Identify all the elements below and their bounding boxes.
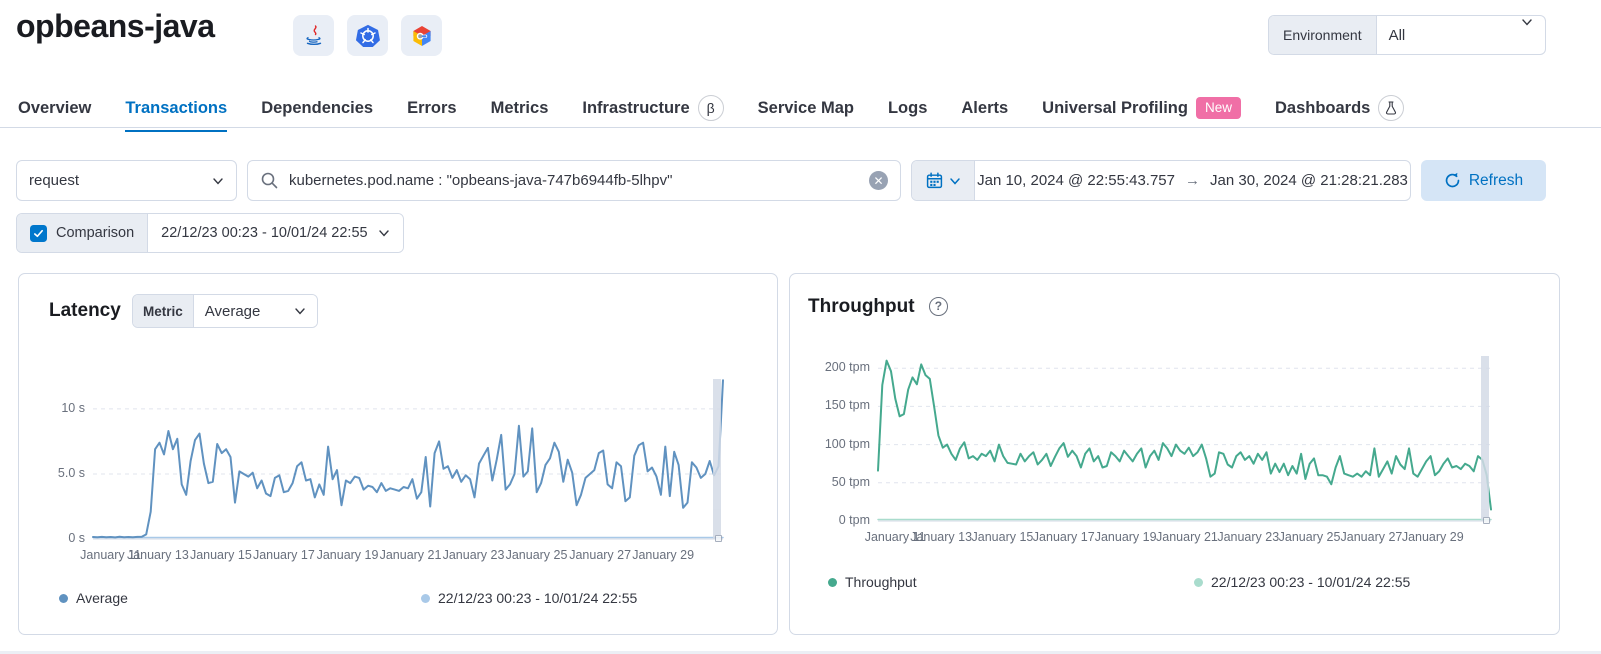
- x-axis-label: January 17: [1033, 530, 1095, 544]
- clear-search-icon[interactable]: ✕: [869, 171, 888, 190]
- y-axis-label: 0 s: [68, 531, 85, 545]
- x-axis-label: January 13: [127, 548, 189, 562]
- legend-item-throughput[interactable]: Throughput: [828, 574, 917, 590]
- transaction-type-value: request: [29, 172, 79, 189]
- comparison-checkbox[interactable]: [30, 225, 47, 242]
- transaction-type-select[interactable]: request: [16, 160, 237, 201]
- x-axis-label: January 15: [190, 548, 252, 562]
- tab-infrastructure[interactable]: Infrastructure β: [582, 95, 723, 123]
- series-line: [878, 361, 1491, 510]
- new-badge: New: [1196, 97, 1241, 119]
- environment-select[interactable]: Environment All: [1268, 15, 1546, 55]
- comparison-toggle[interactable]: Comparison: [17, 214, 148, 252]
- x-axis-label: January 19: [1095, 530, 1157, 544]
- x-axis-label: January 25: [1279, 530, 1341, 544]
- x-axis-label: January 29: [632, 548, 694, 562]
- time-marker-bar[interactable]: [713, 379, 721, 539]
- legend-dot: [1194, 578, 1203, 587]
- y-axis-label: 200 tpm: [825, 360, 870, 374]
- tab-alerts[interactable]: Alerts: [961, 99, 1008, 120]
- series-line: [93, 380, 723, 537]
- date-picker-quick-menu[interactable]: [912, 161, 975, 200]
- kubernetes-icon: [347, 15, 388, 56]
- date-end[interactable]: Jan 30, 2024 @ 21:28:21.283: [1210, 172, 1408, 189]
- x-axis-label: January 25: [506, 548, 568, 562]
- tab-logs[interactable]: Logs: [888, 99, 927, 120]
- y-axis-label: 0 tpm: [839, 513, 870, 527]
- x-axis-label: January 15: [972, 530, 1034, 544]
- tab-dependencies[interactable]: Dependencies: [261, 99, 373, 120]
- x-axis-label: January 29: [1402, 530, 1464, 544]
- x-axis-label: January 23: [443, 548, 505, 562]
- chevron-down-icon: [1521, 16, 1533, 28]
- legend-dot: [828, 578, 837, 587]
- apm-service-overview-page: opbeans-java: [0, 0, 1601, 654]
- y-axis-label: 100 tpm: [825, 437, 870, 451]
- tab-universal-profiling[interactable]: Universal Profiling New: [1042, 97, 1241, 121]
- tab-service-map[interactable]: Service Map: [758, 99, 854, 120]
- y-axis-label: 50 tpm: [832, 475, 870, 489]
- throughput-panel: Throughput ? 0 tpm50 tpm100 tpm150 tpm20…: [789, 273, 1560, 635]
- tab-dashboards[interactable]: Dashboards: [1275, 95, 1404, 123]
- arrow-right-icon: →: [1185, 172, 1200, 189]
- x-axis-label: January 13: [910, 530, 972, 544]
- search-input[interactable]: [289, 172, 859, 189]
- refresh-button[interactable]: Refresh: [1421, 160, 1546, 201]
- environment-select-value: All: [1377, 16, 1521, 54]
- tab-transactions[interactable]: Transactions: [125, 99, 227, 120]
- x-axis-label: January 27: [1341, 530, 1403, 544]
- comparison-control: Comparison 22/12/23 00:23 - 10/01/24 22:…: [16, 213, 404, 253]
- x-axis-label: January 27: [569, 548, 631, 562]
- legend-dot: [59, 594, 68, 603]
- page-title: opbeans-java: [16, 8, 215, 45]
- tab-overview[interactable]: Overview: [18, 99, 91, 120]
- beta-badge-icon: β: [698, 95, 724, 121]
- marker-drag-handle[interactable]: [1483, 517, 1490, 524]
- comparison-label: Comparison: [56, 225, 134, 241]
- environment-select-label: Environment: [1269, 16, 1377, 54]
- latency-chart[interactable]: 0 s5.0 s10 sJanuary 11January 13January …: [19, 274, 777, 634]
- calendar-icon: [926, 172, 943, 189]
- legend-item-average[interactable]: Average: [59, 590, 128, 606]
- legend-item-latency-comparison[interactable]: 22/12/23 00:23 - 10/01/24 22:55: [421, 590, 637, 606]
- flask-icon: [1378, 95, 1404, 121]
- y-axis-label: 10 s: [61, 401, 85, 415]
- latency-plot-area[interactable]: [93, 379, 723, 543]
- x-axis-label: January 21: [380, 548, 442, 562]
- marker-drag-handle[interactable]: [715, 535, 722, 542]
- agent-badges: [293, 15, 442, 56]
- y-axis-label: 150 tpm: [825, 398, 870, 412]
- java-icon: [293, 15, 334, 56]
- date-start[interactable]: Jan 10, 2024 @ 22:55:43.757: [977, 172, 1175, 189]
- y-axis-label: 5.0 s: [58, 466, 85, 480]
- chevron-down-icon: [949, 175, 961, 187]
- date-range-picker[interactable]: Jan 10, 2024 @ 22:55:43.757 → Jan 30, 20…: [911, 160, 1411, 201]
- legend-item-throughput-comparison[interactable]: 22/12/23 00:23 - 10/01/24 22:55: [1194, 574, 1410, 590]
- legend-dot: [421, 594, 430, 603]
- comparison-range-select[interactable]: 22/12/23 00:23 - 10/01/24 22:55: [148, 214, 402, 252]
- kql-search-bar[interactable]: ✕: [247, 160, 901, 201]
- x-axis-label: January 17: [253, 548, 315, 562]
- refresh-icon: [1444, 172, 1461, 189]
- throughput-plot-area[interactable]: [878, 356, 1491, 525]
- search-icon: [260, 171, 279, 190]
- tab-errors[interactable]: Errors: [407, 99, 457, 120]
- x-axis-label: January 23: [1217, 530, 1279, 544]
- chevron-down-icon: [212, 175, 224, 187]
- service-tabs: Overview Transactions Dependencies Error…: [18, 90, 1404, 128]
- chevron-down-icon: [378, 227, 390, 239]
- x-axis-label: January 19: [317, 548, 379, 562]
- tab-metrics[interactable]: Metrics: [491, 99, 549, 120]
- date-range-values: Jan 10, 2024 @ 22:55:43.757 → Jan 30, 20…: [975, 172, 1410, 189]
- latency-panel: Latency Metric Average 0 s5.0 s10 sJanua…: [18, 273, 778, 635]
- x-axis-label: January 21: [1156, 530, 1218, 544]
- time-marker-bar[interactable]: [1481, 356, 1489, 521]
- gcp-icon: [401, 15, 442, 56]
